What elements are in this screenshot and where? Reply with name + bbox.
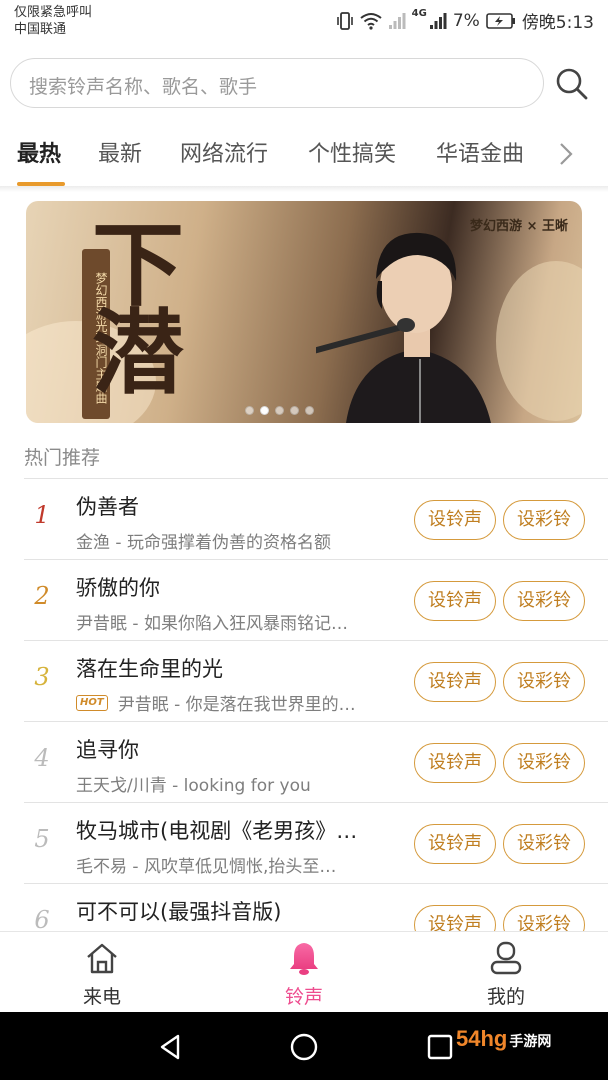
song-title: 伪善者: [76, 495, 139, 519]
song-subtitle-text: 王天戈/川青 - looking for you: [76, 776, 311, 796]
banner-title: 下潜: [92, 211, 185, 407]
set-ringtone-button[interactable]: 设铃声: [414, 581, 496, 621]
home-icon: [87, 943, 117, 974]
nav-ringtones[interactable]: 铃声: [254, 938, 354, 1010]
rank-number: 5: [34, 825, 50, 853]
hot-badge: HOT: [76, 694, 108, 711]
tabs-divider: [0, 186, 608, 192]
pagination-dot[interactable]: [305, 406, 314, 415]
banner-pagination: [245, 406, 314, 415]
carrier-info: 仅限紧急呼叫 中国联通: [14, 4, 92, 38]
search-placeholder: 搜索铃声名称、歌名、歌手: [29, 76, 258, 98]
home-circle-icon[interactable]: [289, 1032, 319, 1062]
song-subtitle-text: 毛不易 - 风吹草低见惆怅,抬头至…: [76, 857, 337, 877]
singer-image: [316, 232, 491, 423]
song-list: 1 伪善者 金渔 - 玩命强撑着伪善的资格名额 设铃声 设彩铃 2 骄傲的你 尹…: [24, 478, 608, 964]
song-title: 骄傲的你: [76, 576, 160, 600]
set-color-ring-button[interactable]: 设彩铃: [503, 581, 585, 621]
rank-number: 2: [34, 582, 50, 610]
rank-number: 6: [34, 906, 50, 934]
status-indicators: 4G 7% 傍晚5:13: [336, 8, 594, 33]
network-type: 4G: [411, 8, 427, 19]
search-input[interactable]: 搜索铃声名称、歌名、歌手: [10, 58, 544, 108]
song-subtitle-text: 尹昔眠 - 如果你陷入狂风暴雨铭记…: [76, 614, 348, 634]
song-subtitle: HOT 尹昔眠 - 你是落在我世界里的…: [76, 690, 406, 715]
promo-banner[interactable]: 梦幻西游光环洞门主题曲 下潜 梦幻西游 × 王晰: [26, 201, 582, 423]
section-title: 热门推荐: [24, 447, 101, 469]
list-item[interactable]: 1 伪善者 金渔 - 玩命强撑着伪善的资格名额 设铃声 设彩铃: [24, 478, 608, 559]
song-subtitle: 金渔 - 玩命强撑着伪善的资格名额: [76, 528, 406, 553]
wifi-icon: [360, 12, 382, 30]
nav-label: 我的: [486, 986, 525, 1008]
status-bar: 仅限紧急呼叫 中国联通 4G 7% 傍晚5:13: [0, 0, 608, 44]
chevron-right-icon[interactable]: [556, 140, 576, 168]
pagination-dot[interactable]: [275, 406, 284, 415]
song-subtitle: 王天戈/川青 - looking for you: [76, 771, 406, 796]
rank-number: 3: [34, 663, 50, 691]
search-icon[interactable]: [554, 66, 590, 102]
tab-funny[interactable]: 个性搞笑: [308, 136, 396, 168]
watermark-text: 54hg: [456, 1026, 508, 1051]
tab-internet-popular[interactable]: 网络流行: [180, 136, 268, 168]
pagination-dot[interactable]: [245, 406, 254, 415]
song-subtitle: 尹昔眠 - 如果你陷入狂风暴雨铭记…: [76, 609, 406, 634]
list-item[interactable]: 4 追寻你 王天戈/川青 - looking for you 设铃声 设彩铃: [24, 721, 608, 802]
song-title: 可不可以(最强抖音版): [76, 900, 282, 924]
tab-hottest[interactable]: 最热: [17, 136, 61, 168]
watermark-logo: 54hg 手游网: [456, 1026, 551, 1052]
nav-label: 铃声: [284, 986, 323, 1008]
nav-label: 来电: [82, 986, 121, 1008]
banner-logo: 梦幻西游 × 王晰: [470, 219, 568, 234]
set-color-ring-button[interactable]: 设彩铃: [503, 824, 585, 864]
nav-calls[interactable]: 来电: [52, 938, 152, 1010]
song-title: 落在生命里的光: [76, 657, 223, 681]
watermark-suffix: 手游网: [509, 1033, 552, 1049]
set-ringtone-button[interactable]: 设铃声: [414, 500, 496, 540]
signal-icon-1: [388, 12, 406, 29]
set-color-ring-button[interactable]: 设彩铃: [503, 500, 585, 540]
bottom-nav: 来电 铃声 我的: [0, 931, 608, 1012]
song-subtitle-text: 尹昔眠 - 你是落在我世界里的…: [117, 695, 356, 715]
set-ringtone-button[interactable]: 设铃声: [414, 824, 496, 864]
clock: 傍晚5:13: [521, 13, 594, 33]
tab-chinese-classics[interactable]: 华语金曲: [436, 136, 524, 168]
list-item[interactable]: 2 骄傲的你 尹昔眠 - 如果你陷入狂风暴雨铭记… 设铃声 设彩铃: [24, 559, 608, 640]
rank-number: 4: [34, 744, 50, 772]
vibrate-icon: [336, 11, 353, 30]
list-item[interactable]: 5 牧马城市(电视剧《老男孩》… 毛不易 - 风吹草低见惆怅,抬头至… 设铃声 …: [24, 802, 608, 883]
pagination-dot[interactable]: [290, 406, 299, 415]
song-subtitle-text: 金渔 - 玩命强撑着伪善的资格名额: [76, 533, 331, 553]
recents-icon[interactable]: [425, 1032, 455, 1062]
battery-percent: 7%: [452, 10, 480, 31]
pagination-dot-active[interactable]: [260, 406, 269, 415]
carrier-line1: 仅限紧急呼叫: [14, 5, 93, 20]
set-ringtone-button[interactable]: 设铃声: [414, 662, 496, 702]
signal-icon-2: [429, 12, 447, 29]
song-subtitle: 毛不易 - 风吹草低见惆怅,抬头至…: [76, 852, 406, 877]
tab-newest[interactable]: 最新: [98, 136, 142, 168]
carrier-line2: 中国联通: [14, 22, 67, 37]
set-color-ring-button[interactable]: 设彩铃: [503, 743, 585, 783]
nav-profile[interactable]: 我的: [456, 938, 556, 1010]
back-icon[interactable]: [156, 1032, 186, 1062]
song-title: 牧马城市(电视剧《老男孩》…: [76, 819, 358, 843]
list-item[interactable]: 3 落在生命里的光 HOT 尹昔眠 - 你是落在我世界里的… 设铃声 设彩铃: [24, 640, 608, 721]
set-ringtone-button[interactable]: 设铃声: [414, 743, 496, 783]
set-color-ring-button[interactable]: 设彩铃: [503, 662, 585, 702]
user-icon: [490, 941, 522, 975]
battery-icon: [486, 12, 515, 29]
category-tabs: 最热 最新 网络流行 个性搞笑 华语金曲: [0, 126, 608, 188]
rank-number: 1: [34, 501, 50, 529]
song-title: 追寻你: [76, 738, 139, 762]
bell-icon: [290, 943, 318, 975]
